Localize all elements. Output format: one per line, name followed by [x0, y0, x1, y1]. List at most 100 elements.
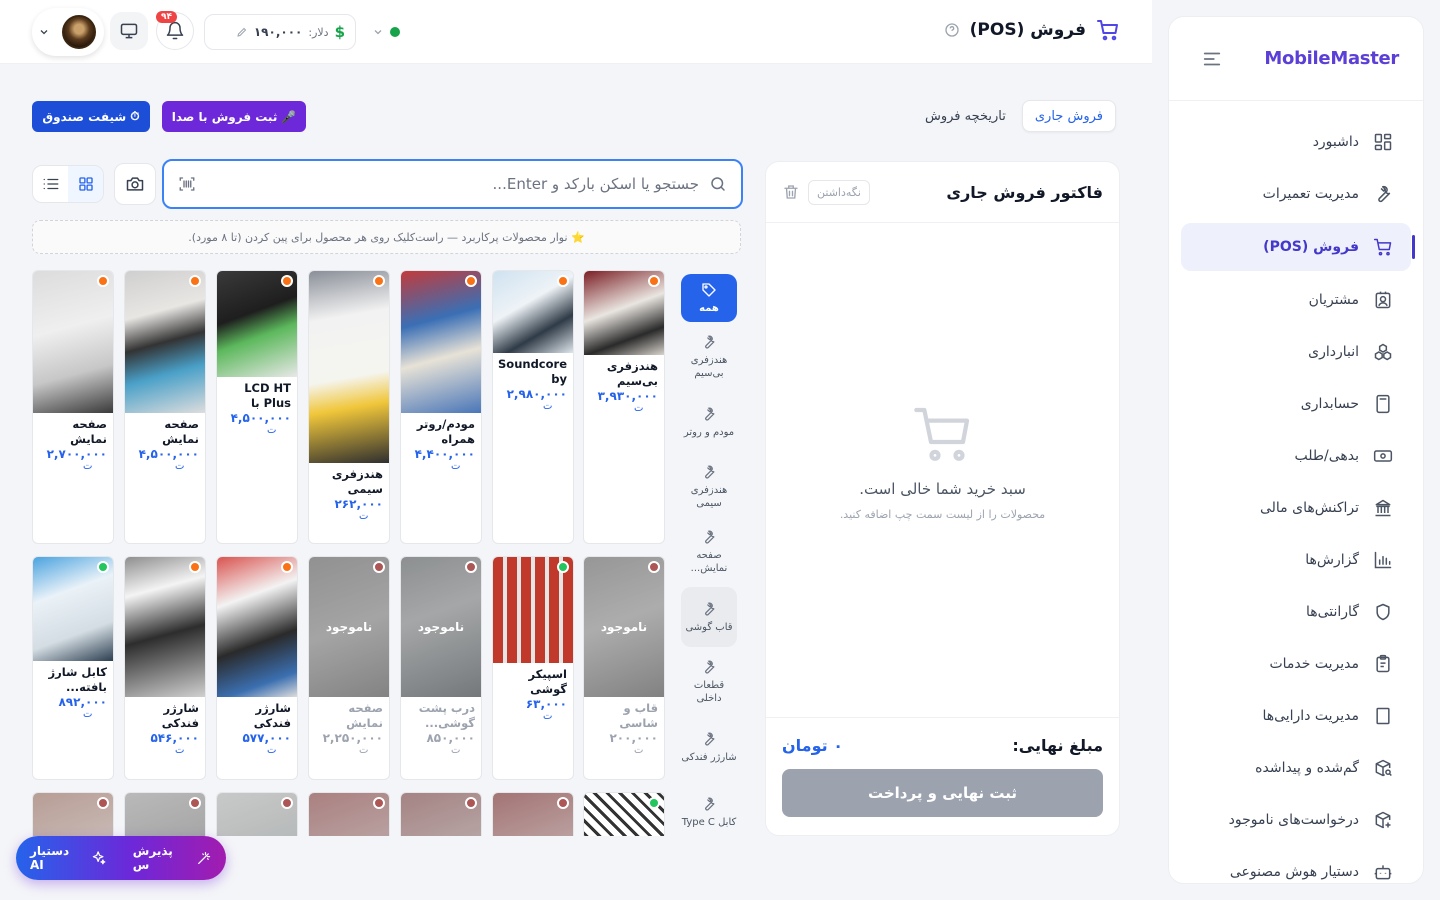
category-item[interactable]: صفحه نمایش... — [681, 522, 737, 582]
category-item[interactable]: هندزفری سیمی — [681, 457, 737, 517]
stock-status-dot — [373, 275, 385, 287]
product-card[interactable]: اسپیکر گوشی موبایل ساد... 1280 ۶۳,۰۰۰ ت — [492, 556, 574, 780]
product-card[interactable] — [400, 792, 482, 836]
product-card[interactable]: شارژر فندکی +CASTU... Super Fast ۵۴۶,۰۰۰… — [124, 556, 206, 780]
out-of-stock-overlay: ناموجود — [309, 557, 389, 697]
product-card[interactable]: Soundcore by Anker... R501 True ۲,۹۸۰,۰۰… — [492, 270, 574, 544]
category-item[interactable]: مودم و روتر — [681, 392, 737, 452]
ai-assistant-label: دستیار AI — [30, 844, 70, 872]
product-card[interactable]: LCD HT Plus با فریـ... 10 ۴,۵۰۰,۰۰۰ ت — [216, 270, 298, 544]
edit-icon[interactable] — [236, 26, 248, 38]
stock-status-dot — [281, 561, 293, 573]
category-item[interactable]: شارژر فندکی — [681, 717, 737, 777]
category-label: صفحه نمایش... — [690, 550, 728, 574]
sidebar: MobileMaster داشبورد مدیریت تعمیرات فروش… — [1168, 16, 1424, 884]
tab-current-sale[interactable]: فروش جاری — [1021, 100, 1116, 132]
trash-icon[interactable] — [782, 183, 800, 201]
sidebar-item-assets[interactable]: مدیریت دارایی‌ها — [1181, 693, 1411, 739]
category-all[interactable]: همه — [681, 274, 737, 322]
product-currency: ت — [634, 745, 644, 756]
brand-logo[interactable]: MobileMaster — [1264, 48, 1399, 69]
sidebar-item-customers[interactable]: مشتریان — [1181, 277, 1411, 323]
sidebar-item-out-of-stock[interactable]: درخواست‌های ناموجود — [1181, 797, 1411, 843]
finalize-payment-button[interactable]: ثبت نهایی و پرداخت — [782, 769, 1103, 817]
sidebar-item-inventory[interactable]: انبارداری — [1181, 329, 1411, 375]
sidebar-item-services[interactable]: مدیریت خدمات — [1181, 641, 1411, 687]
tab-sale-history[interactable]: تاریخچه فروش — [913, 100, 1018, 132]
cart-icon — [1097, 20, 1118, 41]
wrench-icon — [705, 602, 715, 616]
sidebar-item-lost-found[interactable]: گم‌شده و پیداشده — [1181, 745, 1411, 791]
sidebar-item-ai-assistant[interactable]: دستیار هوش مصنوعی — [1181, 849, 1411, 883]
ai-accept-label: پذیرش س — [132, 844, 173, 872]
category-item[interactable]: هندزفری بی‌سیم — [681, 327, 737, 387]
grid-view-button[interactable] — [68, 166, 103, 202]
chevron-down-icon[interactable] — [372, 26, 384, 38]
product-card[interactable]: ناموجود قاب و شاسی گوشی نوکیا... 106 ۲۰۰… — [583, 556, 665, 780]
sidebar-item-repairs[interactable]: مدیریت تعمیرات — [1181, 171, 1411, 217]
user-menu[interactable] — [32, 8, 104, 56]
wrench-icon — [705, 465, 715, 479]
product-currency: ت — [175, 461, 185, 472]
category-item[interactable]: کابل Type C — [681, 782, 737, 842]
wrench-icon — [705, 335, 715, 349]
product-card[interactable] — [492, 792, 574, 836]
stock-status-dot — [465, 797, 477, 809]
product-card[interactable] — [583, 792, 665, 836]
product-card[interactable]: صفحه نمایش CD... با فریم گوشی ۴,۵۰۰,۰۰۰ … — [124, 270, 206, 544]
search-input[interactable] — [206, 175, 699, 193]
ai-assistant-float[interactable]: دستیار AI پذیرش س — [16, 836, 226, 880]
product-card[interactable] — [216, 792, 298, 836]
barcode-scan-icon[interactable] — [178, 175, 196, 193]
product-card[interactable]: هندزفری سیمی kax... UEII ۲۶۲,۰۰۰ ت — [308, 270, 390, 544]
camera-scan-button[interactable] — [114, 163, 156, 205]
display-button[interactable] — [110, 12, 148, 50]
sidebar-item-label: گم‌شده و پیداشده — [1255, 760, 1359, 776]
sidebar-item-label: گارانتی‌ها — [1305, 604, 1359, 620]
product-card[interactable]: ناموجود درب پشت گوشی... Mi ۸۵۰,۰۰۰ ت — [400, 556, 482, 780]
voice-sale-button[interactable]: 🎤 ثبت فروش با صدا — [162, 101, 306, 132]
sidebar-item-warranties[interactable]: گارانتی‌ها — [1181, 589, 1411, 635]
product-image — [33, 557, 113, 661]
sidebar-item-reports[interactable]: گزارش‌ها — [1181, 537, 1411, 583]
category-label: هندزفری بی‌سیم — [690, 355, 728, 379]
help-icon[interactable] — [944, 22, 960, 38]
product-grid: هندزفری بی‌سیم تسـ... TH... ۳,۹۳۰,۰۰۰ ت … — [32, 270, 665, 836]
product-price: ۵۷۷,۰۰۰ — [242, 731, 291, 745]
chevron-down-icon — [40, 30, 48, 35]
product-image — [125, 793, 205, 836]
sidebar-item-debts[interactable]: بدهی/طلب — [1181, 433, 1411, 479]
product-card[interactable]: ناموجود صفحه نمایش CD... گوشی ۲,۲۵۰,۰۰۰ … — [308, 556, 390, 780]
package-plus-icon — [1375, 811, 1391, 829]
invoice-header: فاکتور فروش جاری نگه‌داشتن — [766, 162, 1119, 223]
pos-tabs: فروش جاری تاریخچه فروش — [913, 100, 1116, 132]
product-card[interactable] — [308, 792, 390, 836]
product-price: ۳,۹۳۰,۰۰۰ — [597, 389, 658, 403]
hold-invoice-button[interactable]: نگه‌داشتن — [808, 179, 870, 205]
category-item[interactable]: قطعات داخلی — [681, 652, 737, 712]
clipboard-icon — [1376, 654, 1390, 673]
sidebar-item-transactions[interactable]: تراکنش‌های مالی — [1181, 485, 1411, 531]
category-item[interactable]: قاب گوشی — [681, 587, 737, 647]
product-card[interactable]: شارژر فندکی شیائومی ا... 0A-01 ۵۷۷,۰۰۰ ت — [216, 556, 298, 780]
sidebar-item-accounting[interactable]: حسابداری — [1181, 381, 1411, 427]
contact-icon — [1375, 291, 1391, 309]
sidebar-item-dashboard[interactable]: داشبورد — [1181, 119, 1411, 165]
cash-shift-button[interactable]: ⏱ شیفت صندوق — [32, 101, 150, 132]
product-card[interactable]: مودم/روتر همراه نزتک... مدل NZT ۴,۴۰۰,۰۰… — [400, 270, 482, 544]
product-card[interactable] — [124, 792, 206, 836]
product-card[interactable]: هندزفری بی‌سیم تسـ... TH... ۳,۹۳۰,۰۰۰ ت — [583, 270, 665, 544]
dollar-rate-widget[interactable]: $ دلار: ۱۹۰,۰۰۰ — [204, 14, 356, 50]
sidebar-item-pos[interactable]: فروش (POS) — [1181, 223, 1415, 271]
stock-status-dot — [373, 797, 385, 809]
menu-toggle-icon[interactable] — [1201, 48, 1223, 70]
empty-cart-hint: محصولات را از لیست سمت چپ اضافه کنید. — [839, 508, 1046, 521]
product-card[interactable]: کابل شارژ بافته... ANKER ۸۹۲,۰۰۰ ت — [32, 556, 114, 780]
search-icon — [711, 177, 725, 191]
list-view-button[interactable] — [33, 166, 68, 202]
product-card[interactable] — [32, 792, 114, 836]
product-image — [33, 793, 113, 836]
product-image — [493, 793, 573, 836]
product-currency: ت — [267, 425, 277, 436]
product-card[interactable]: صفحه نمایش CD... گوشی ۲,۷۰۰,۰۰۰ ت — [32, 270, 114, 544]
